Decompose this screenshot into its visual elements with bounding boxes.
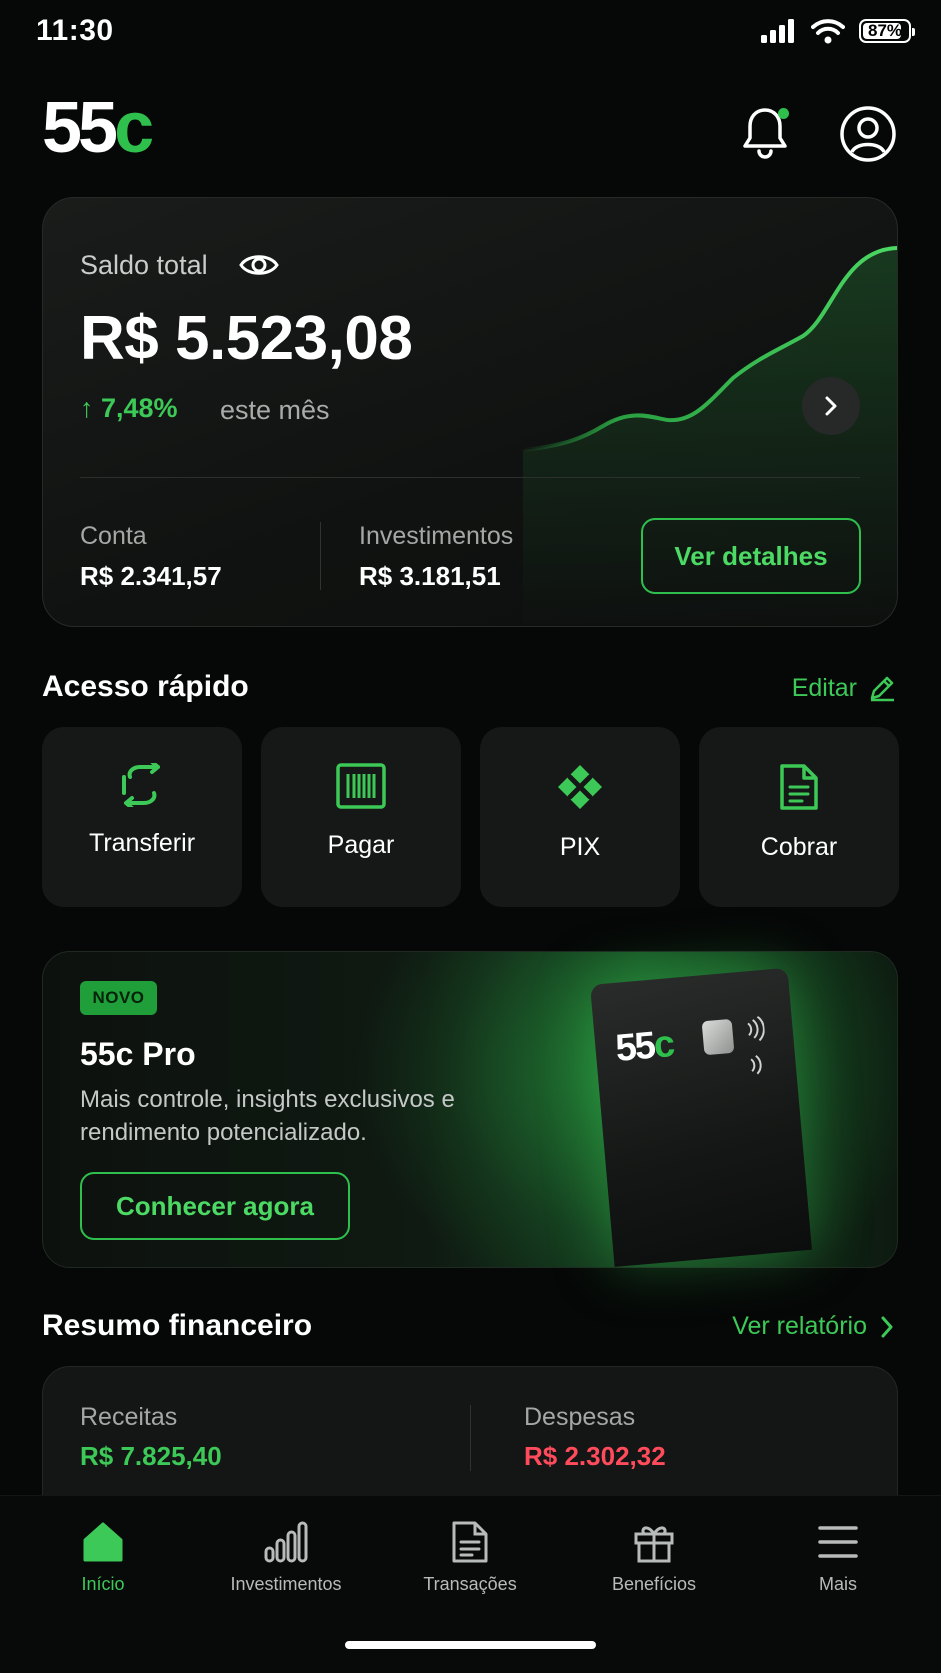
document-icon — [780, 764, 818, 810]
nav-investments[interactable]: Investimentos — [206, 1520, 366, 1595]
balance-amount: R$ 5.523,08 — [80, 304, 413, 373]
view-report-label: Ver relatório — [732, 1312, 867, 1340]
receipt-icon — [452, 1521, 488, 1563]
despesas-label: Despesas — [524, 1403, 636, 1431]
menu-icon — [818, 1526, 858, 1558]
barcode-icon — [336, 763, 386, 809]
home-indicator — [345, 1641, 596, 1649]
notification-dot — [778, 108, 789, 119]
tile-label: Pagar — [327, 831, 395, 859]
conta-value: R$ 2.341,57 — [80, 561, 222, 591]
nav-label: Mais — [818, 1574, 857, 1594]
logo-accent: c — [114, 88, 154, 168]
nav-label: Benefícios — [611, 1574, 697, 1594]
battery-level: 87% — [867, 21, 903, 40]
quick-charge-tile[interactable]: Cobrar — [699, 727, 899, 907]
edit-label: Editar — [791, 673, 857, 702]
details-button[interactable]: Ver detalhes — [641, 518, 861, 594]
balance-split-divider — [320, 522, 321, 590]
balance-change-note: este mês — [220, 395, 330, 425]
tile-label: PIX — [559, 833, 601, 861]
nav-more[interactable]: Mais — [758, 1520, 918, 1595]
pix-icon — [558, 765, 602, 809]
nav-label: Transações — [423, 1574, 517, 1594]
receitas-label: Receitas — [80, 1403, 178, 1431]
logo-main: 55 — [42, 88, 118, 168]
tile-label: Transferir — [88, 829, 196, 857]
battery-icon: 87% — [859, 19, 915, 43]
home-icon — [83, 1522, 123, 1562]
balance-change: ↑ 7,48% — [80, 393, 178, 423]
nav-label: Investimentos — [230, 1574, 342, 1594]
quick-pay-tile[interactable]: Pagar — [261, 727, 461, 907]
edit-link[interactable]: Editar — [792, 673, 897, 703]
investimentos-label: Investimentos — [359, 522, 514, 550]
quick-access-title: Acesso rápido — [42, 670, 249, 703]
card-chip — [701, 1018, 735, 1056]
nav-transactions[interactable]: Transações — [390, 1520, 550, 1595]
receitas-value: R$ 7.825,40 — [80, 1441, 222, 1471]
eye-icon[interactable] — [238, 248, 280, 282]
profile-icon[interactable] — [838, 104, 898, 164]
app-logo: 55c — [42, 92, 154, 164]
view-report-link[interactable]: Ver relatório — [732, 1312, 897, 1341]
quick-pix-tile[interactable]: PIX — [480, 727, 680, 907]
tile-label: Cobrar — [760, 833, 838, 861]
summary-title: Resumo financeiro — [42, 1309, 313, 1342]
status-time: 11:30 — [36, 14, 114, 47]
promo-description: Mais controle, insights exclusivos e ren… — [80, 1086, 455, 1146]
investimentos-value: R$ 3.181,51 — [359, 561, 501, 591]
pencil-icon — [870, 676, 894, 702]
card-logo: 55c — [614, 1023, 675, 1071]
chevron-right-icon — [825, 396, 837, 416]
gift-icon — [634, 1526, 674, 1563]
summary-divider — [470, 1405, 471, 1471]
wifi-icon — [811, 19, 845, 44]
new-badge: NOVO — [80, 981, 157, 1015]
despesas-value: R$ 2.302,32 — [524, 1441, 666, 1471]
status-icons: 87% — [761, 18, 915, 44]
conta-label: Conta — [80, 522, 147, 550]
card-logo-accent: c — [651, 1023, 675, 1067]
transfer-icon — [122, 763, 160, 807]
card-logo-main: 55 — [613, 1024, 656, 1070]
balance-label: Saldo total — [80, 250, 208, 280]
quick-transfer-tile[interactable]: Transferir — [42, 727, 242, 907]
contactless-icon — [747, 1016, 765, 1075]
signal-icon — [761, 19, 794, 43]
nav-benefits[interactable]: Benefícios — [574, 1520, 734, 1595]
credit-card-image: 55c — [590, 967, 812, 1267]
promo-title: 55c Pro — [80, 1036, 196, 1072]
nav-label: Início — [81, 1574, 125, 1594]
nav-home[interactable]: Início — [23, 1520, 183, 1595]
balance-divider — [80, 477, 860, 478]
bar-chart-icon — [264, 1521, 308, 1563]
balance-next-button[interactable] — [802, 377, 860, 435]
chevron-right-icon — [881, 1316, 893, 1337]
learn-more-button[interactable]: Conhecer agora — [80, 1172, 350, 1240]
